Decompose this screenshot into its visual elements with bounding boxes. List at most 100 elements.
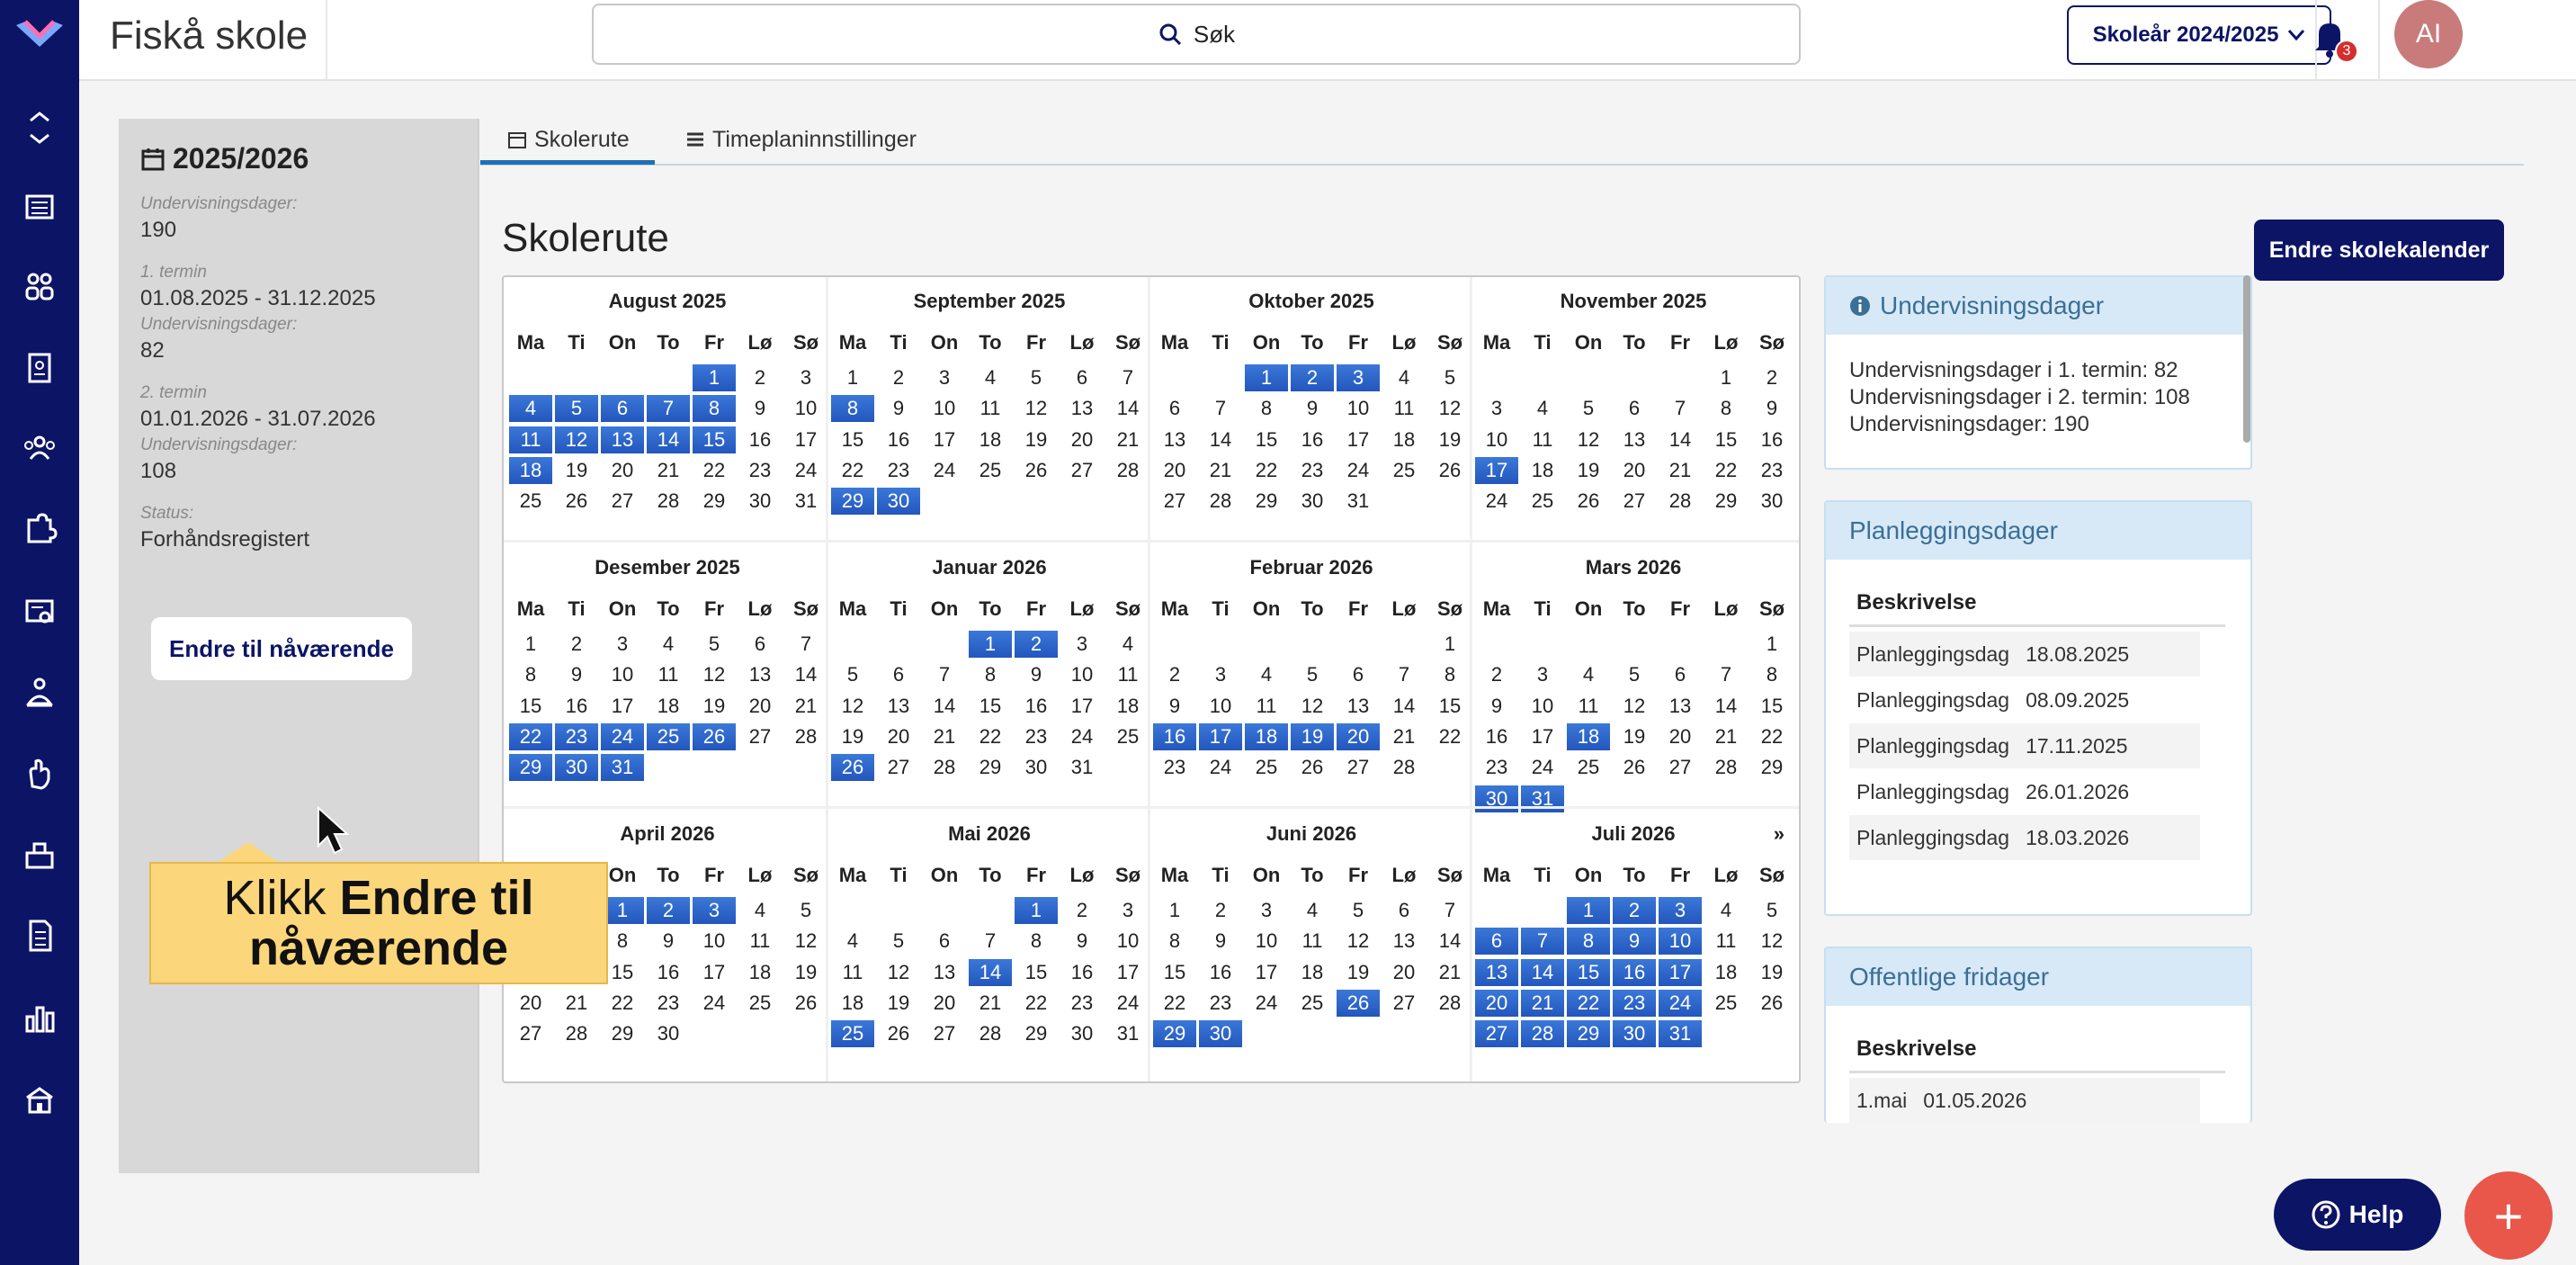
- calendar-day[interactable]: 19: [784, 959, 827, 986]
- calendar-day[interactable]: 23: [1750, 457, 1793, 484]
- calendar-day[interactable]: 19: [1613, 723, 1656, 750]
- calendar-day[interactable]: 3: [1060, 631, 1104, 658]
- calendar-day[interactable]: 21: [1659, 457, 1702, 484]
- edit-calendar-button[interactable]: Endre skolekalender: [2254, 220, 2504, 281]
- calendar-day[interactable]: 10: [1337, 395, 1380, 422]
- calendar-day[interactable]: 15: [1567, 958, 1610, 986]
- calendar-day[interactable]: 4: [1567, 661, 1610, 688]
- calendar-day[interactable]: 16: [1750, 426, 1793, 453]
- calendar-day[interactable]: 5: [693, 631, 736, 658]
- calendar-day[interactable]: 22: [1245, 457, 1288, 484]
- calendar-day[interactable]: 28: [969, 1020, 1012, 1047]
- calendar-day[interactable]: 3: [784, 364, 827, 391]
- calendar-day[interactable]: 6: [1659, 661, 1702, 688]
- calendar-day[interactable]: 17: [1659, 958, 1702, 986]
- calendar-day[interactable]: 2: [1199, 897, 1242, 924]
- nav-item-certificate[interactable]: [18, 590, 61, 633]
- calendar-day[interactable]: 5: [784, 897, 827, 924]
- calendar-day[interactable]: 27: [877, 754, 920, 781]
- calendar-day[interactable]: 7: [1428, 897, 1471, 924]
- calendar-day[interactable]: 26: [877, 1020, 920, 1047]
- calendar-day[interactable]: 12: [1750, 928, 1793, 955]
- nav-item-people[interactable]: [18, 426, 61, 470]
- calendar-day[interactable]: 22: [969, 723, 1012, 750]
- calendar-day[interactable]: 11: [1291, 928, 1334, 955]
- calendar-day[interactable]: 19: [555, 457, 598, 484]
- calendar-day[interactable]: 3: [923, 364, 966, 391]
- calendar-day[interactable]: 20: [923, 990, 966, 1017]
- calendar-day[interactable]: 27: [1613, 488, 1656, 515]
- calendar-day[interactable]: 13: [1659, 693, 1702, 720]
- calendar-day[interactable]: 20: [509, 990, 552, 1017]
- calendar-day[interactable]: 4: [1245, 661, 1288, 688]
- calendar-day[interactable]: 7: [1659, 395, 1702, 422]
- calendar-day[interactable]: 16: [1015, 693, 1058, 720]
- calendar-day[interactable]: 29: [1704, 488, 1748, 515]
- calendar-day[interactable]: 25: [1106, 723, 1149, 750]
- calendar-day[interactable]: 19: [1567, 457, 1610, 484]
- calendar-day[interactable]: 14: [1659, 426, 1702, 453]
- calendar-day[interactable]: 14: [1428, 928, 1471, 955]
- add-button[interactable]: +: [2464, 1171, 2553, 1260]
- calendar-day[interactable]: 24: [1475, 488, 1518, 515]
- calendar-day[interactable]: 3: [1199, 661, 1242, 688]
- calendar-day[interactable]: 22: [1567, 989, 1610, 1017]
- calendar-day[interactable]: 21: [555, 990, 598, 1017]
- calendar-day[interactable]: 23: [1613, 989, 1656, 1017]
- calendar-day[interactable]: 4: [509, 395, 552, 423]
- calendar-day[interactable]: 29: [1567, 1020, 1610, 1048]
- calendar-day[interactable]: 24: [601, 722, 644, 750]
- calendar-day[interactable]: 19: [1428, 426, 1471, 453]
- calendar-day[interactable]: 21: [1704, 723, 1748, 750]
- calendar-day[interactable]: 13: [923, 959, 966, 986]
- calendar-day[interactable]: 8: [969, 661, 1012, 688]
- calendar-day[interactable]: 23: [1015, 723, 1058, 750]
- calendar-day[interactable]: 8: [1245, 395, 1288, 422]
- calendar-day[interactable]: 22: [1153, 990, 1196, 1017]
- calendar-day[interactable]: 17: [1060, 693, 1104, 720]
- calendar-day[interactable]: 3: [1659, 897, 1702, 924]
- calendar-day[interactable]: 5: [1015, 364, 1058, 391]
- calendar-day[interactable]: 1: [1245, 364, 1288, 391]
- calendar-day[interactable]: 13: [601, 426, 644, 453]
- calendar-day[interactable]: 2: [647, 897, 690, 924]
- calendar-day[interactable]: 9: [877, 395, 920, 422]
- calendar-day[interactable]: 2: [1060, 897, 1104, 924]
- calendar-day[interactable]: 9: [1613, 928, 1656, 955]
- calendar-day[interactable]: 28: [1704, 754, 1748, 781]
- calendar-day[interactable]: 28: [1106, 457, 1149, 484]
- calendar-day[interactable]: 1: [1567, 897, 1610, 924]
- calendar-day[interactable]: 26: [555, 488, 598, 515]
- calendar-day[interactable]: 27: [1153, 488, 1196, 515]
- calendar-day[interactable]: 20: [1475, 989, 1518, 1017]
- calendar-day[interactable]: 22: [693, 457, 736, 484]
- calendar-day[interactable]: 16: [1291, 426, 1334, 453]
- calendar-day[interactable]: 23: [877, 457, 920, 484]
- calendar-day[interactable]: 5: [831, 661, 874, 688]
- calendar-day[interactable]: 2: [1613, 897, 1656, 924]
- calendar-day[interactable]: 1: [1428, 631, 1471, 658]
- calendar-day[interactable]: 6: [877, 661, 920, 688]
- calendar-day[interactable]: 26: [1567, 488, 1610, 515]
- calendar-day[interactable]: 11: [1567, 693, 1610, 720]
- nav-item-news[interactable]: [18, 185, 61, 229]
- calendar-day[interactable]: 20: [1382, 959, 1426, 986]
- calendar-day[interactable]: 1: [693, 364, 736, 391]
- calendar-day[interactable]: 19: [1015, 426, 1058, 453]
- calendar-day[interactable]: 1: [509, 631, 552, 658]
- calendar-day[interactable]: 31: [1337, 488, 1380, 515]
- calendar-day[interactable]: 30: [647, 1020, 690, 1047]
- calendar-day[interactable]: 7: [1521, 928, 1564, 955]
- calendar-day[interactable]: 5: [1291, 661, 1334, 688]
- calendar-day[interactable]: 11: [738, 928, 782, 955]
- calendar-day[interactable]: 9: [647, 928, 690, 955]
- calendar-day[interactable]: 21: [1106, 426, 1149, 453]
- calendar-day[interactable]: 26: [1291, 754, 1334, 781]
- calendar-day[interactable]: 12: [693, 661, 736, 688]
- calendar-day[interactable]: 25: [831, 1020, 874, 1048]
- calendar-day[interactable]: 1: [969, 631, 1012, 658]
- calendar-day[interactable]: 6: [1153, 395, 1196, 422]
- calendar-day[interactable]: 19: [831, 723, 874, 750]
- calendar-day[interactable]: 30: [738, 488, 782, 515]
- nav-item-chart[interactable]: [18, 997, 61, 1040]
